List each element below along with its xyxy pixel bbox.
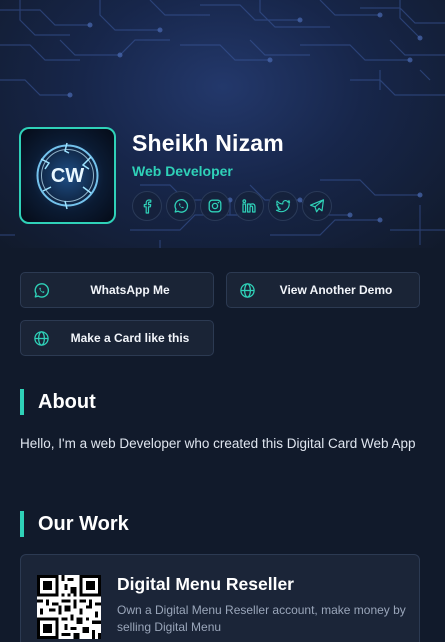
svg-text:CW: CW (51, 165, 84, 187)
telegram-icon (309, 199, 325, 213)
make-a-card-button[interactable]: Make a Card like this (20, 320, 214, 356)
twitter-icon (275, 200, 291, 213)
whatsapp-me-label: WhatsApp Me (90, 283, 170, 297)
whatsapp-icon (174, 199, 189, 213)
globe-icon (240, 283, 255, 298)
about-heading: About (20, 389, 96, 415)
view-another-demo-label: View Another Demo (279, 283, 393, 297)
twitter-link[interactable] (268, 191, 298, 221)
about-text: Hello, I'm a web Developer who created t… (20, 436, 416, 451)
avatar: CW (19, 127, 116, 224)
whatsapp-link[interactable] (166, 191, 196, 221)
work-item-card[interactable]: Digital Menu Reseller Own a Digital Menu… (20, 554, 420, 642)
work-item-description: Own a Digital Menu Reseller account, mak… (117, 603, 406, 634)
our-work-heading: Our Work (20, 511, 129, 537)
facebook-icon (143, 199, 152, 214)
avatar-logo-icon: CW (36, 142, 99, 210)
work-item-title: Digital Menu Reseller (117, 574, 294, 594)
instagram-icon (208, 199, 222, 213)
globe-icon (34, 331, 49, 346)
whatsapp-me-button[interactable]: WhatsApp Me (20, 272, 214, 308)
facebook-link[interactable] (132, 191, 162, 221)
profile-role: Web Developer (132, 163, 233, 179)
whatsapp-icon (34, 283, 50, 298)
make-a-card-label: Make a Card like this (70, 331, 190, 345)
linkedin-link[interactable] (234, 191, 264, 221)
profile-header: CW Sheikh Nizam Web Developer (0, 0, 445, 248)
telegram-link[interactable] (302, 191, 332, 221)
qr-code-icon (37, 575, 101, 639)
profile-name: Sheikh Nizam (132, 130, 284, 156)
instagram-link[interactable] (200, 191, 230, 221)
social-links (132, 191, 332, 221)
linkedin-icon (242, 199, 256, 213)
view-another-demo-button[interactable]: View Another Demo (226, 272, 420, 308)
